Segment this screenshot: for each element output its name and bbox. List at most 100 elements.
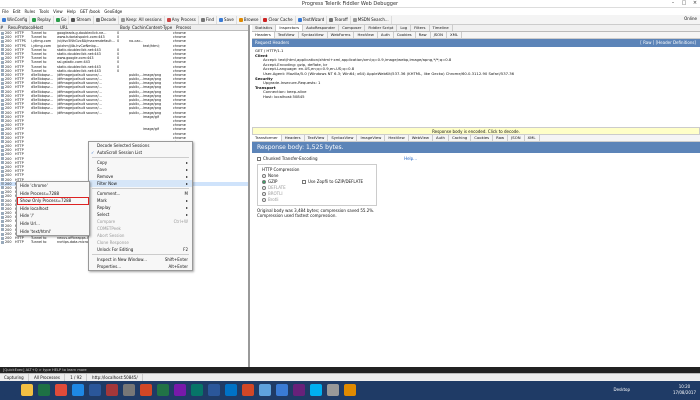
skype-icon[interactable]: [310, 384, 322, 396]
publisher-icon[interactable]: [191, 384, 203, 396]
raw-links[interactable]: [ Raw ] [Header Definitions]: [640, 39, 696, 47]
zopfli-checkbox[interactable]: [302, 180, 306, 184]
context-menu-item[interactable]: Properties... Alt+Enter: [89, 263, 192, 270]
tab-tabs3-4[interactable]: ImageView: [357, 135, 386, 141]
context-menu-item[interactable]: Decode Selected Sessions: [89, 142, 192, 149]
tab-tabs1-7[interactable]: Timeline: [430, 25, 453, 31]
toolbar-button-5[interactable]: Keep: All sessions: [119, 16, 165, 24]
menu-item-5[interactable]: Help: [65, 8, 78, 15]
tab-tabs3-6[interactable]: WebView: [409, 135, 434, 141]
tab-tabs2-1[interactable]: TextView: [275, 32, 299, 38]
toolbar-button-2[interactable]: Go: [54, 16, 70, 24]
desktop-label[interactable]: Desktop: [614, 387, 631, 392]
menu-item-4[interactable]: View: [51, 8, 65, 15]
maximize-button[interactable]: □: [679, 0, 689, 7]
excel2-icon[interactable]: [157, 384, 169, 396]
tab-tabs1-0[interactable]: Statistics: [252, 25, 277, 31]
menu-item-6[interactable]: GET /book: [78, 8, 102, 15]
app2-icon[interactable]: [327, 384, 339, 396]
tab-tabs3-2[interactable]: TextView: [305, 135, 329, 141]
tab-tabs3-9[interactable]: Cookies: [471, 135, 494, 141]
filter-submenu-item[interactable]: Hide Url...: [17, 220, 89, 228]
start-icon[interactable]: [4, 384, 16, 396]
context-menu-item[interactable]: Mark ▸: [89, 197, 192, 204]
tab-tabs2-2[interactable]: SyntaxView: [299, 32, 328, 38]
column-header[interactable]: Process: [176, 25, 198, 30]
menu-item-0[interactable]: File: [0, 8, 11, 15]
tab-tabs3-7[interactable]: Auth: [433, 135, 449, 141]
column-header[interactable]: Caching: [132, 25, 146, 30]
toolbar-button-4[interactable]: Decode: [94, 16, 120, 24]
help-link[interactable]: Help...: [404, 156, 417, 162]
powerpoint-icon[interactable]: [140, 384, 152, 396]
chunked-checkbox[interactable]: [257, 157, 261, 161]
context-menu-item[interactable]: Copy ▸: [89, 159, 192, 166]
app3-icon[interactable]: [344, 384, 356, 396]
chrome-icon[interactable]: [55, 384, 67, 396]
app-icon[interactable]: [123, 384, 135, 396]
menu-item-3[interactable]: Tools: [37, 8, 51, 15]
toolbar-button-11[interactable]: TextWizard: [296, 16, 328, 24]
onenote-icon[interactable]: [174, 384, 186, 396]
context-menu-item[interactable]: Select ▸: [89, 211, 192, 218]
tab-tabs2-8[interactable]: JSON: [431, 32, 448, 38]
radio-none[interactable]: [262, 174, 266, 178]
tab-tabs3-5[interactable]: HexView: [385, 135, 409, 141]
toolbar-button-9[interactable]: Browse: [237, 16, 262, 24]
column-header[interactable]: URL: [60, 25, 120, 30]
context-menu-item[interactable]: Filter Now ▸: [89, 180, 192, 187]
word2-icon[interactable]: [208, 384, 220, 396]
tab-tabs3-12[interactable]: XML: [525, 135, 540, 141]
tab-tabs1-6[interactable]: Filters: [411, 25, 430, 31]
context-menu-item[interactable]: Comment... M: [89, 190, 192, 197]
tab-tabs2-3[interactable]: WebForms: [328, 32, 355, 38]
excel-icon[interactable]: [38, 384, 50, 396]
tab-tabs3-1[interactable]: Headers: [282, 135, 305, 141]
tab-tabs2-0[interactable]: Headers: [252, 32, 275, 38]
tab-tabs3-0[interactable]: Transformer: [252, 135, 282, 141]
filter-submenu-item[interactable]: Hide localhost: [17, 205, 89, 213]
toolbar-button-8[interactable]: Save: [217, 16, 237, 24]
tab-tabs2-6[interactable]: Cookies: [394, 32, 416, 38]
toolbar-button-1[interactable]: Replay: [30, 16, 54, 24]
menu-item-7[interactable]: GeoEdge: [102, 8, 124, 15]
tab-tabs1-3[interactable]: Composer: [339, 25, 366, 31]
minimize-button[interactable]: –: [668, 0, 678, 7]
filter-submenu-item[interactable]: Hide Process=7288: [17, 190, 89, 198]
toolbar-button-12[interactable]: Tearoff: [327, 16, 351, 24]
column-header[interactable]: Body: [120, 25, 132, 30]
radio-gzip[interactable]: [262, 180, 266, 184]
tab-tabs2-9[interactable]: XML: [447, 32, 463, 38]
column-header[interactable]: #: [0, 25, 8, 30]
close-button[interactable]: ×: [690, 0, 700, 7]
ie-icon[interactable]: [72, 384, 84, 396]
tab-tabs3-3[interactable]: SyntaxView: [328, 135, 358, 141]
tab-tabs1-1[interactable]: Inspectors: [276, 25, 304, 31]
toolbar-button-13[interactable]: MSDN Search...: [351, 16, 392, 24]
context-menu-item[interactable]: ✓ AutoScroll Session List: [89, 149, 192, 156]
toolbar-button-0[interactable]: WinConfig: [0, 16, 31, 24]
menu-item-1[interactable]: Edit: [11, 8, 23, 15]
context-menu-item[interactable]: Unlock For Editing F2: [89, 246, 192, 253]
tab-tabs2-5[interactable]: Auth: [378, 32, 394, 38]
column-header[interactable]: Result: [8, 25, 18, 30]
context-menu-item[interactable]: Remove ▸: [89, 173, 192, 180]
tab-tabs2-7[interactable]: Raw: [416, 32, 431, 38]
column-header[interactable]: Host: [34, 25, 60, 30]
powerpoint2-icon[interactable]: [242, 384, 254, 396]
toolbar-button-3[interactable]: Stream: [69, 16, 94, 24]
column-header[interactable]: Protocol: [18, 25, 34, 30]
context-menu-item[interactable]: Inspect in New Window... Shift+Enter: [89, 256, 192, 263]
radio-deflate[interactable]: [262, 186, 266, 190]
tab-tabs1-2[interactable]: AutoResponder: [303, 25, 340, 31]
tab-tabs3-8[interactable]: Caching: [449, 135, 472, 141]
decode-notice[interactable]: Response body is encoded. Click to decod…: [252, 127, 700, 135]
paint-icon[interactable]: [259, 384, 271, 396]
outlook-icon[interactable]: [225, 384, 237, 396]
context-menu-item[interactable]: Replay ▸: [89, 204, 192, 211]
tab-tabs3-10[interactable]: Raw: [493, 135, 509, 141]
filter-submenu-item[interactable]: Hide 'text/html': [17, 228, 89, 236]
filter-submenu-item[interactable]: Hide '/': [17, 212, 89, 220]
tab-tabs1-5[interactable]: Log: [397, 25, 412, 31]
context-menu-item[interactable]: Save ▸: [89, 166, 192, 173]
